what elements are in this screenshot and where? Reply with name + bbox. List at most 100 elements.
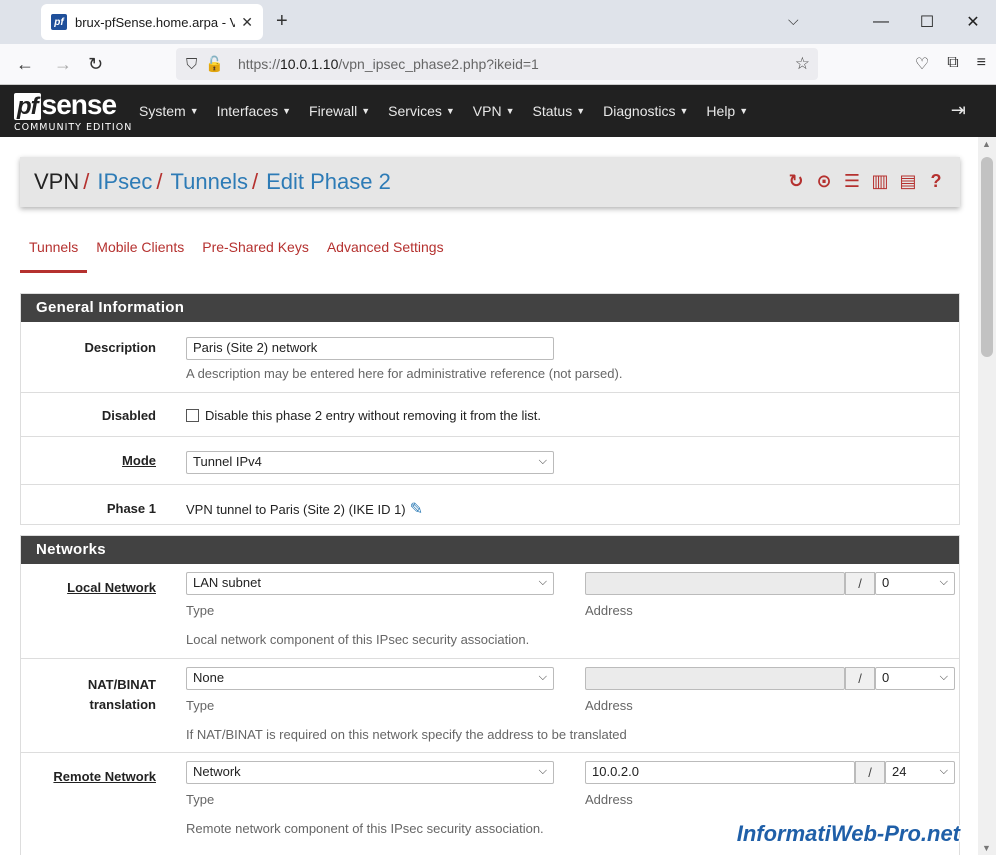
- browser-nav-bar: ← → ↻ ⛉ 🔓 https://10.0.1.10/vpn_ipsec_ph…: [0, 44, 996, 85]
- lock-warning-icon[interactable]: 🔓: [205, 55, 224, 73]
- nat-binat-label: NAT/BINAT translation: [21, 675, 156, 715]
- forward-icon[interactable]: →: [54, 54, 72, 75]
- nat-mask-slash: /: [845, 667, 875, 690]
- description-row: Description Paris (Site 2) network A des…: [21, 322, 959, 392]
- close-window-icon[interactable]: ✕: [950, 12, 996, 32]
- maximize-icon[interactable]: ☐: [904, 12, 950, 32]
- local-mask-slash: /: [845, 572, 875, 595]
- breadcrumb-separator: /: [83, 169, 90, 194]
- menu-hamburger-icon[interactable]: ≡: [977, 54, 986, 74]
- disabled-label: Disabled: [101, 408, 156, 423]
- local-network-label[interactable]: Local Network: [21, 580, 156, 595]
- local-address-input[interactable]: [585, 572, 845, 595]
- pfsense-logo[interactable]: pf sense COMMUNITY EDITION: [14, 91, 132, 133]
- remote-mask-select[interactable]: 24 ⌵: [885, 761, 955, 784]
- tab-mobile-clients[interactable]: Mobile Clients: [87, 237, 193, 273]
- settings-sliders-icon[interactable]: ☰: [842, 171, 862, 192]
- browser-tab-bar: pf brux-pfSense.home.arpa - VPN ✕ + ⌵ — …: [0, 0, 996, 44]
- nat-address-caption: Address: [585, 698, 633, 713]
- chevron-down-icon: ⌵: [939, 576, 948, 588]
- address-bar[interactable]: ⛉ 🔓 https://10.0.1.10/vpn_ipsec_phase2.p…: [176, 48, 818, 80]
- local-type-caption: Type: [186, 603, 215, 618]
- caret-down-icon: ▼: [679, 106, 689, 116]
- panel-heading: Networks: [21, 536, 959, 564]
- minimize-icon[interactable]: —: [858, 13, 904, 31]
- breadcrumb-separator: /: [251, 169, 259, 194]
- reload-icon[interactable]: ↻: [88, 54, 103, 75]
- nat-mask-value: 0: [882, 670, 890, 685]
- breadcrumb: VPN / IPsec / Tunnels / Edit Phase 2 ↻ ⊙…: [20, 157, 960, 207]
- stop-icon[interactable]: ⊙: [814, 171, 834, 192]
- tab-pre-shared-keys[interactable]: Pre-Shared Keys: [193, 237, 318, 273]
- shield-icon[interactable]: ⛉: [186, 56, 197, 73]
- tab-advanced-settings[interactable]: Advanced Settings: [318, 237, 453, 273]
- pfsense-top-nav: pf sense COMMUNITY EDITION System ▼ Interf…: [0, 85, 996, 137]
- menu-help[interactable]: Help ▼: [706, 103, 748, 119]
- caret-down-icon: ▼: [505, 106, 515, 116]
- caret-down-icon: ▼: [189, 106, 199, 116]
- menu-interfaces[interactable]: Interfaces ▼: [217, 103, 291, 119]
- local-network-type-select[interactable]: LAN subnet ⌵: [186, 572, 554, 595]
- menu-status[interactable]: Status ▼: [533, 103, 586, 119]
- breadcrumb-separator: /: [156, 169, 163, 194]
- breadcrumb-edit-phase-2[interactable]: Edit Phase 2: [266, 169, 391, 195]
- scroll-down-icon[interactable]: ▼: [982, 843, 991, 853]
- menu-vpn[interactable]: VPN ▼: [473, 103, 515, 119]
- caret-down-icon: ▼: [445, 106, 455, 116]
- local-mask-select[interactable]: 0 ⌵: [875, 572, 955, 595]
- local-address-caption: Address: [585, 603, 633, 618]
- menu-diagnostics[interactable]: Diagnostics ▼: [603, 103, 688, 119]
- new-tab-icon[interactable]: +: [276, 10, 288, 33]
- pencil-edit-icon[interactable]: ✎: [410, 501, 423, 518]
- nat-help: If NAT/BINAT is required on this network…: [186, 727, 627, 742]
- networks-panel: Networks Local Network LAN subnet ⌵ Type …: [20, 535, 960, 855]
- mode-select[interactable]: Tunnel IPv4 ⌵: [186, 451, 554, 474]
- disabled-row: Disabled Disable this phase 2 entry with…: [21, 392, 959, 436]
- bookmark-star-icon[interactable]: ☆: [795, 54, 810, 74]
- pocket-icon[interactable]: ♡: [915, 54, 929, 74]
- logout-icon[interactable]: ⇥: [951, 100, 966, 121]
- remote-address-input[interactable]: 10.0.2.0: [585, 761, 855, 784]
- breadcrumb-tunnels[interactable]: Tunnels: [171, 169, 248, 195]
- local-mask-value: 0: [882, 575, 890, 590]
- scrollbar-thumb[interactable]: [981, 157, 993, 357]
- mode-label[interactable]: Mode: [21, 453, 156, 468]
- phase1-row: Phase 1 VPN tunnel to Paris (Site 2) (IK…: [21, 484, 959, 525]
- mode-row: Mode Tunnel IPv4 ⌵: [21, 436, 959, 484]
- breadcrumb-ipsec[interactable]: IPsec: [97, 169, 152, 195]
- logo-sense: sense: [41, 89, 117, 120]
- nat-mask-select[interactable]: 0 ⌵: [875, 667, 955, 690]
- extensions-icon[interactable]: ⧉: [947, 54, 958, 74]
- status-chart-icon[interactable]: ▥: [870, 171, 890, 192]
- chevron-down-icon: ⌵: [939, 765, 948, 777]
- browser-tab[interactable]: pf brux-pfSense.home.arpa - VPN ✕: [41, 4, 263, 40]
- tab-tunnels[interactable]: Tunnels: [20, 237, 88, 273]
- disabled-checkbox[interactable]: [186, 409, 199, 422]
- description-help: A description may be entered here for ad…: [186, 366, 623, 381]
- phase1-label: Phase 1: [106, 501, 156, 516]
- scroll-up-icon[interactable]: ▲: [982, 139, 991, 149]
- browser-toolbar-right: ♡ ⧉ ≡: [915, 54, 986, 74]
- help-icon[interactable]: ?: [926, 171, 946, 192]
- menu-firewall[interactable]: Firewall ▼: [309, 103, 370, 119]
- nat-label-line2: translation: [89, 697, 156, 712]
- nat-type-value: None: [193, 670, 225, 685]
- page-scrollbar[interactable]: ▲ ▼: [978, 137, 996, 855]
- remote-network-label[interactable]: Remote Network: [21, 769, 156, 784]
- back-icon[interactable]: ←: [16, 54, 34, 75]
- nat-type-select[interactable]: None ⌵: [186, 667, 554, 690]
- menu-services[interactable]: Services ▼: [388, 103, 455, 119]
- mode-select-value: Tunnel IPv4: [193, 454, 262, 469]
- close-tab-icon[interactable]: ✕: [241, 14, 253, 31]
- remote-network-type-select[interactable]: Network ⌵: [186, 761, 554, 784]
- chevron-down-icon: ⌵: [538, 576, 547, 588]
- nat-address-input[interactable]: [585, 667, 845, 690]
- menu-system[interactable]: System ▼: [139, 103, 199, 119]
- chevron-down-icon: ⌵: [538, 765, 547, 777]
- logs-list-icon[interactable]: ▤: [898, 171, 918, 192]
- tab-list-chevron-icon[interactable]: ⌵: [788, 12, 799, 29]
- description-input[interactable]: Paris (Site 2) network: [186, 337, 554, 360]
- restart-icon[interactable]: ↻: [786, 171, 806, 192]
- page-action-icons: ↻ ⊙ ☰ ▥ ▤ ?: [786, 171, 946, 192]
- chevron-down-icon: ⌵: [538, 671, 547, 683]
